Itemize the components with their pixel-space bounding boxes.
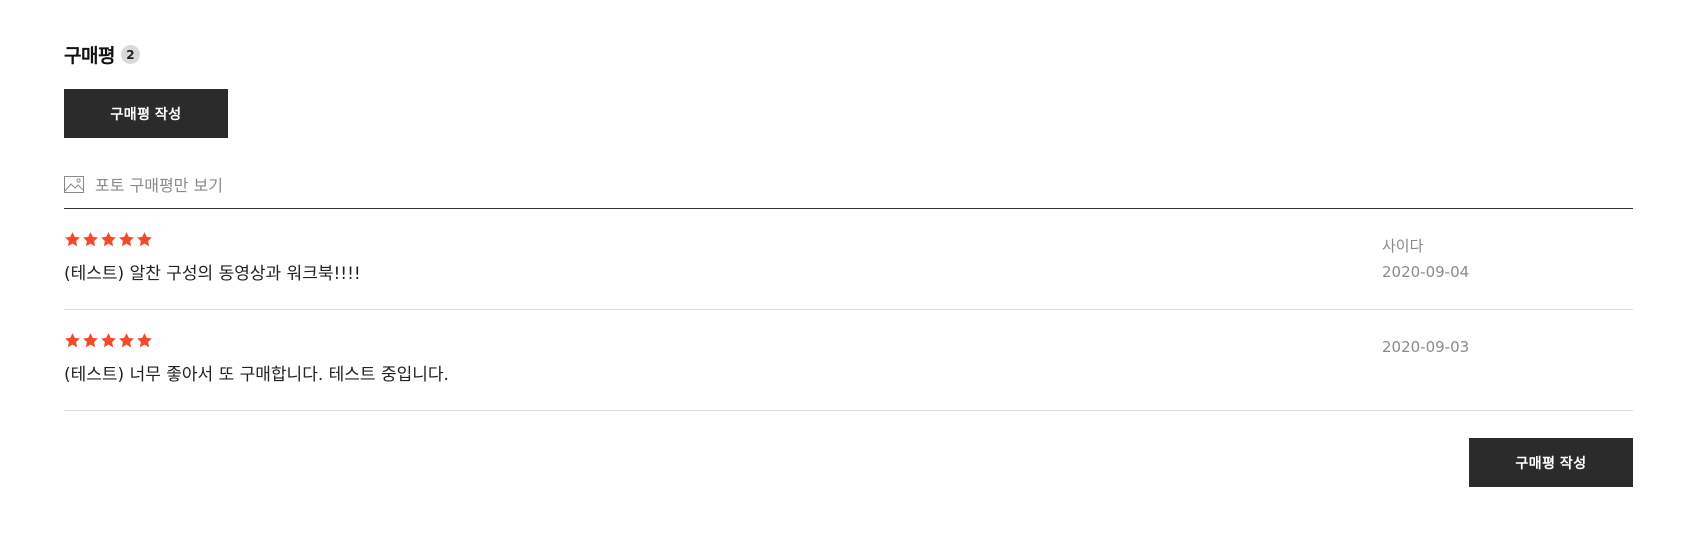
star-icon [118,332,135,349]
star-icon [64,231,81,248]
star-icon [136,332,153,349]
photo-filter-label: 포토 구매평만 보기 [95,176,223,195]
write-review-button-bottom[interactable]: 구매평 작성 [1469,438,1633,487]
review-author: 사이다 [1382,237,1424,255]
review-item: (테스트) 너무 좋아서 또 구매합니다. 테스트 중입니다. 2020-09-… [64,310,1633,411]
star-icon [64,332,81,349]
review-section: 구매평 2 구매평 작성 포토 구매평만 보기 (테스트) 알찬 구성의 동영상… [64,0,1633,542]
review-text[interactable]: (테스트) 알찬 구성의 동영상과 워크북!!!! [64,259,361,284]
review-date: 2020-09-03 [1382,338,1470,356]
star-icon [100,332,117,349]
review-meta: 사이다 2020-09-04 [1382,233,1469,285]
rating-stars [64,231,153,248]
star-icon [136,231,153,248]
rating-stars [64,332,153,349]
review-count-badge: 2 [120,45,140,64]
write-review-button[interactable]: 구매평 작성 [64,89,228,138]
star-icon [118,231,135,248]
image-icon [64,175,84,193]
review-meta: 2020-09-03 [1382,334,1469,360]
photo-review-filter[interactable]: 포토 구매평만 보기 [64,172,223,196]
review-date: 2020-09-04 [1382,263,1470,281]
review-item: (테스트) 알찬 구성의 동영상과 워크북!!!! 사이다 2020-09-04 [64,209,1633,310]
star-icon [82,231,99,248]
section-header: 구매평 2 [64,41,140,68]
star-icon [82,332,99,349]
star-icon [100,231,117,248]
review-text[interactable]: (테스트) 너무 좋아서 또 구매합니다. 테스트 중입니다. [64,360,449,385]
section-title: 구매평 [64,45,115,67]
